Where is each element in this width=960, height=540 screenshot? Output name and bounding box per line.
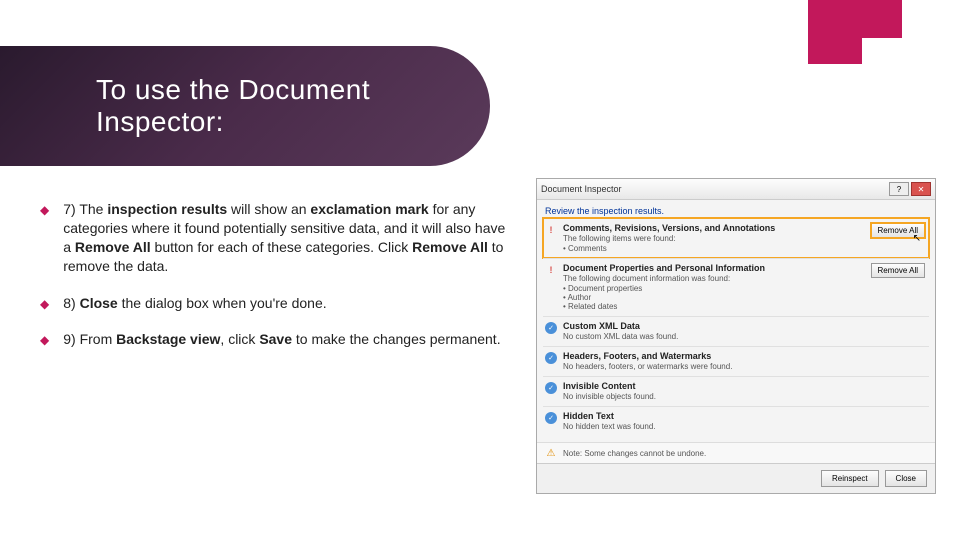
reinspect-button[interactable]: Reinspect: [821, 470, 879, 487]
body-content: ◆ 7) The inspection results will show an…: [40, 200, 510, 367]
window-buttons: ? ✕: [889, 182, 931, 196]
row-desc: No hidden text was found.: [563, 422, 927, 431]
row-item: Document properties: [563, 284, 927, 293]
row-desc: No invisible objects found.: [563, 392, 927, 401]
row-item: Related dates: [563, 302, 927, 311]
check-icon: ✓: [545, 382, 557, 394]
diamond-bullet-icon: ◆: [40, 296, 49, 312]
bullet-text: 7) The inspection results will show an e…: [63, 200, 510, 276]
row-body: Invisible ContentNo invisible objects fo…: [563, 381, 927, 401]
check-icon: ✓: [545, 322, 557, 334]
row-item: Author: [563, 293, 927, 302]
corner-accent: [808, 0, 862, 64]
title-banner: To use the Document Inspector:: [0, 46, 490, 166]
row-body: Custom XML DataNo custom XML data was fo…: [563, 321, 927, 341]
row-items: Document propertiesAuthorRelated dates: [563, 284, 927, 311]
bullet-item: ◆ 7) The inspection results will show an…: [40, 200, 510, 276]
inspection-row-invisible: ✓ Invisible ContentNo invisible objects f…: [543, 376, 929, 406]
inspection-row-xml: ✓ Custom XML DataNo custom XML data was f…: [543, 316, 929, 346]
help-button[interactable]: ?: [889, 182, 909, 196]
slide-title: To use the Document Inspector:: [96, 74, 490, 138]
cursor-icon: ↖: [913, 233, 921, 244]
bullet-item: ◆ 8) Close the dialog box when you're do…: [40, 294, 510, 313]
dialog-instruction: Review the inspection results.: [537, 200, 935, 218]
diamond-bullet-icon: ◆: [40, 332, 49, 348]
inspection-row-headers: ✓ Headers, Footers, and WatermarksNo head…: [543, 346, 929, 376]
diamond-bullet-icon: ◆: [40, 202, 49, 218]
row-title: Headers, Footers, and Watermarks: [563, 351, 927, 361]
row-title: Invisible Content: [563, 381, 927, 391]
row-title: Hidden Text: [563, 411, 927, 421]
inspection-row-comments: !Comments, Revisions, Versions, and Anno…: [543, 218, 929, 258]
bullet-text: 8) Close the dialog box when you're done…: [63, 294, 326, 313]
row-items: Comments: [563, 244, 927, 253]
warning-icon: ⚠: [545, 447, 557, 459]
dialog-title: Document Inspector: [541, 184, 622, 194]
check-icon: ✓: [545, 412, 557, 424]
row-item: Comments: [563, 244, 927, 253]
inspection-results-list: !Comments, Revisions, Versions, and Anno…: [537, 218, 935, 442]
check-icon: ✓: [545, 352, 557, 364]
row-body: Hidden TextNo hidden text was found.: [563, 411, 927, 431]
note-text: Note: Some changes cannot be undone.: [563, 449, 706, 458]
exclamation-icon: !: [545, 224, 557, 236]
row-desc: No headers, footers, or watermarks were …: [563, 362, 927, 371]
bullet-item: ◆ 9) From Backstage view, click Save to …: [40, 330, 510, 349]
row-body: Headers, Footers, and WatermarksNo heade…: [563, 351, 927, 371]
dialog-titlebar: Document Inspector ? ✕: [537, 179, 935, 200]
row-title: Custom XML Data: [563, 321, 927, 331]
remove-all-button[interactable]: Remove All: [871, 263, 925, 278]
dialog-note: ⚠ Note: Some changes cannot be undone.: [537, 442, 935, 463]
row-desc: No custom XML data was found.: [563, 332, 927, 341]
close-button[interactable]: Close: [885, 470, 927, 487]
inspection-row-docprops: !Document Properties and Personal Inform…: [543, 258, 929, 316]
document-inspector-dialog: Document Inspector ? ✕ Review the inspec…: [536, 178, 936, 494]
dialog-footer: Reinspect Close: [537, 463, 935, 493]
exclamation-icon: !: [545, 264, 557, 276]
inspection-row-hidden: ✓ Hidden TextNo hidden text was found.: [543, 406, 929, 436]
bullet-text: 9) From Backstage view, click Save to ma…: [63, 330, 500, 349]
close-window-button[interactable]: ✕: [911, 182, 931, 196]
